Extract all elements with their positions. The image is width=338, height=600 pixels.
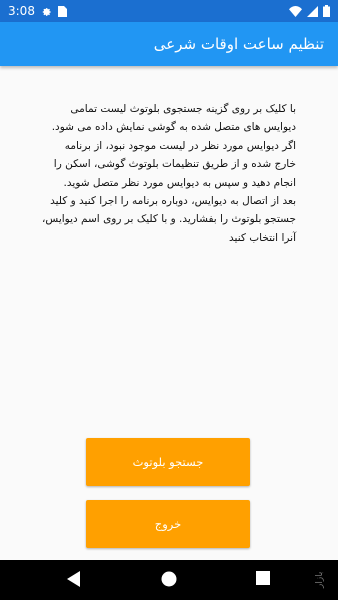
instructions-text-block: با کلیک بر روی گزینه جستجوی بلوتوث لیست …	[20, 100, 296, 247]
status-bar: 3:08	[0, 0, 338, 22]
wifi-icon	[289, 5, 302, 17]
app-bar: تنظیم ساعت اوقات شرعی	[0, 22, 338, 66]
battery-icon	[323, 5, 330, 17]
home-icon[interactable]	[160, 570, 178, 592]
gear-icon	[41, 6, 52, 17]
app-title: تنظیم ساعت اوقات شرعی	[153, 35, 324, 53]
back-icon[interactable]	[66, 570, 82, 592]
recents-icon[interactable]	[255, 570, 271, 590]
status-time: 3:08	[8, 4, 35, 18]
signal-icon	[307, 5, 318, 17]
instructions-text: با کلیک بر روی گزینه جستجوی بلوتوث لیست …	[42, 103, 296, 244]
sim-card-icon	[57, 5, 67, 17]
watermark-text: بازار	[315, 571, 325, 589]
bluetooth-search-button[interactable]: جستجو بلوتوث	[86, 438, 250, 486]
navigation-bar	[0, 560, 338, 600]
exit-button[interactable]: خروج	[86, 500, 250, 548]
